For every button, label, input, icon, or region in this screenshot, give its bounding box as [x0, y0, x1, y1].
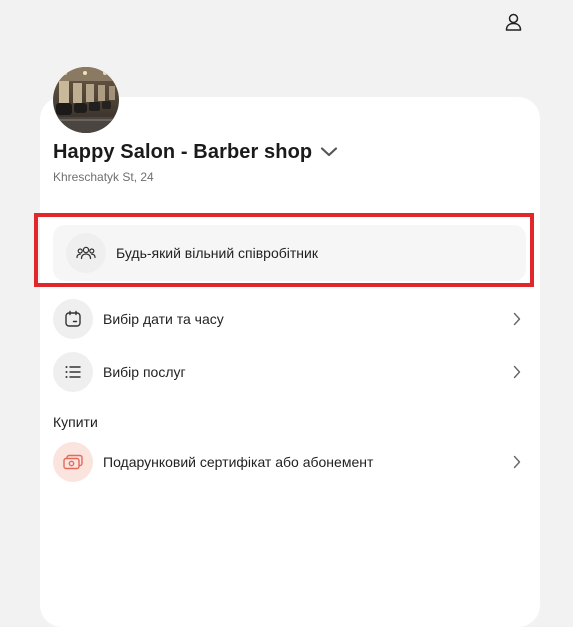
chevron-right-icon — [513, 312, 527, 326]
datetime-icon-circle — [53, 299, 93, 339]
salon-selector[interactable]: Happy Salon - Barber shop — [53, 138, 338, 166]
gift-certificate-button[interactable]: Подарунковий сертифікат або абонемент — [53, 441, 527, 483]
user-icon — [505, 13, 522, 36]
gift-card-icon — [63, 454, 83, 470]
chevron-down-icon — [320, 146, 338, 158]
gift-label: Подарунковий сертифікат або абонемент — [103, 454, 374, 470]
services-label: Вибір послуг — [103, 364, 186, 380]
purchase-section-title: Купити — [53, 414, 98, 430]
services-icon-circle — [53, 352, 93, 392]
gift-icon-circle — [53, 442, 93, 482]
chevron-right-icon — [513, 365, 527, 379]
profile-button[interactable] — [501, 12, 525, 36]
highlight-frame — [34, 213, 534, 287]
datetime-label: Вибір дати та часу — [103, 311, 224, 327]
salon-name: Happy Salon - Barber shop — [53, 140, 313, 163]
salon-address: Khreschatyk St, 24 — [53, 170, 154, 184]
list-icon — [65, 366, 81, 378]
select-datetime-button[interactable]: Вибір дати та часу — [53, 298, 527, 340]
chevron-right-icon — [513, 455, 527, 469]
salon-avatar[interactable] — [53, 67, 119, 133]
salon-photo-icon — [53, 67, 119, 133]
calendar-icon — [65, 310, 81, 327]
select-services-button[interactable]: Вибір послуг — [53, 351, 527, 393]
